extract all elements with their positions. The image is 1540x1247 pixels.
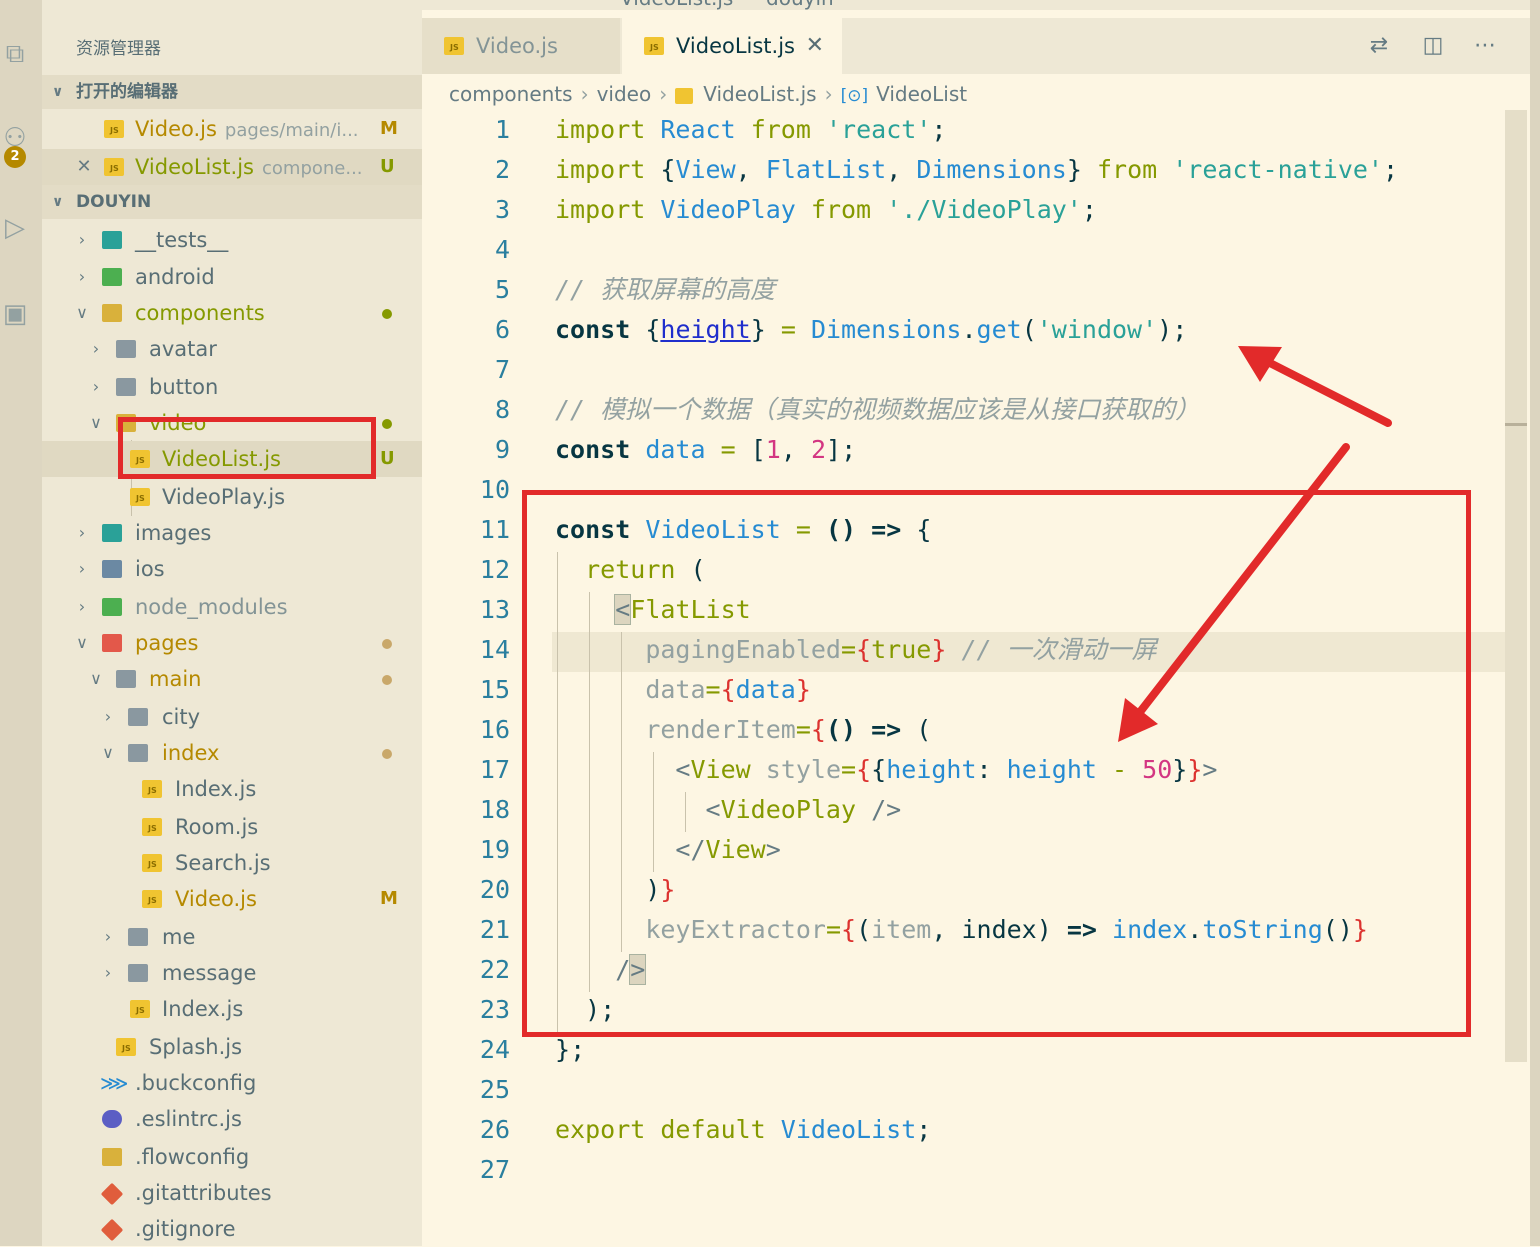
arrow-to-height-usage: [1118, 443, 1350, 742]
arrow-to-dimensions: [1238, 346, 1392, 427]
annotation-arrows: [1118, 346, 1392, 742]
